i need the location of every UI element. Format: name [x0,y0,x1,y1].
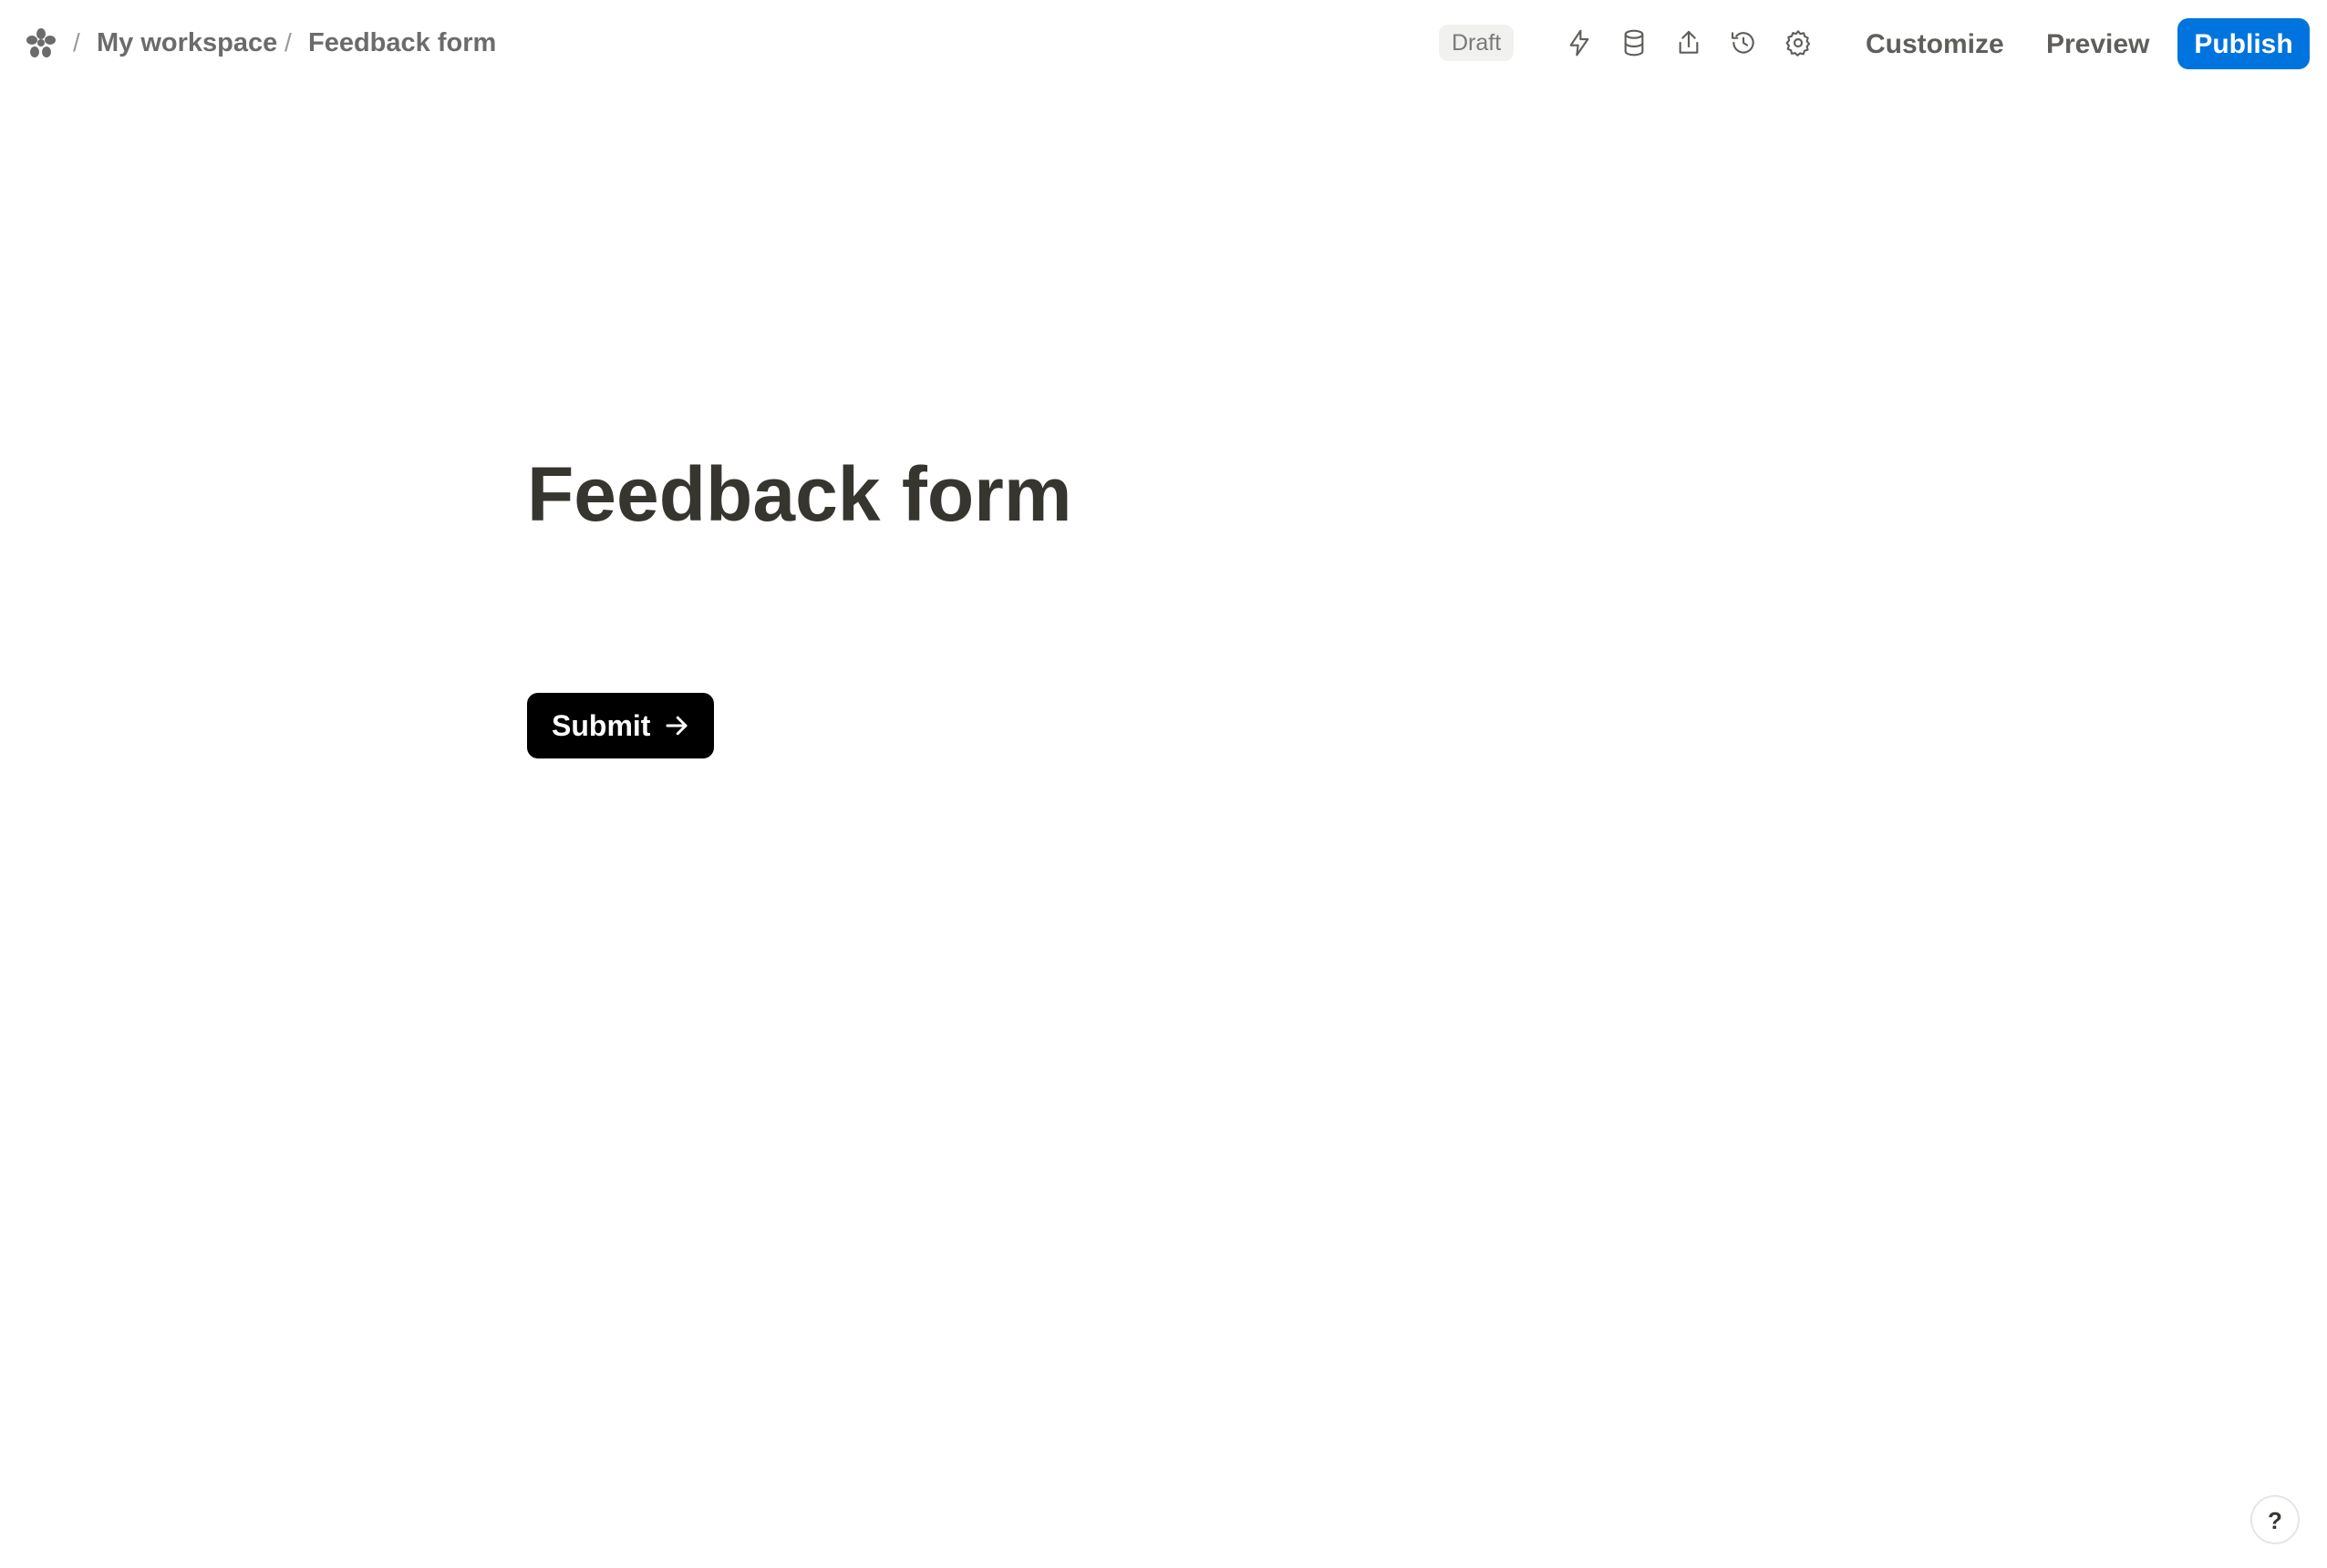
integrations-button[interactable] [1561,25,1598,61]
customize-button[interactable]: Customize [1853,20,2017,69]
page: / My workspace / Feedback form Draft Cus… [0,0,2327,1568]
database-icon [1624,29,1644,57]
submit-button[interactable]: Submit [527,693,715,758]
submit-button-label: Submit [552,708,651,742]
gear-icon [1785,30,1811,57]
publish-button[interactable]: Publish [2177,18,2310,69]
breadcrumb-workspace[interactable]: My workspace [97,27,277,58]
help-button[interactable]: ? [2250,1495,2300,1544]
lightning-icon [1569,29,1589,57]
breadcrumb-form[interactable]: Feedback form [308,27,496,58]
share-button[interactable] [1670,25,1707,61]
status-badge: Draft [1439,25,1515,61]
breadcrumb-separator: / [73,28,80,57]
form-title[interactable]: Feedback form [527,445,1072,543]
responses-button[interactable] [1616,25,1652,61]
history-button[interactable] [1725,25,1762,61]
history-icon [1731,32,1754,54]
top-bar: / My workspace / Feedback form Draft Cus… [0,0,2327,89]
workspace-logo-icon[interactable] [26,27,57,58]
arrow-right-icon [666,716,688,736]
settings-button[interactable] [1780,25,1816,61]
breadcrumb-separator: / [284,28,292,57]
share-icon [1679,30,1699,54]
preview-button[interactable]: Preview [2033,20,2162,69]
